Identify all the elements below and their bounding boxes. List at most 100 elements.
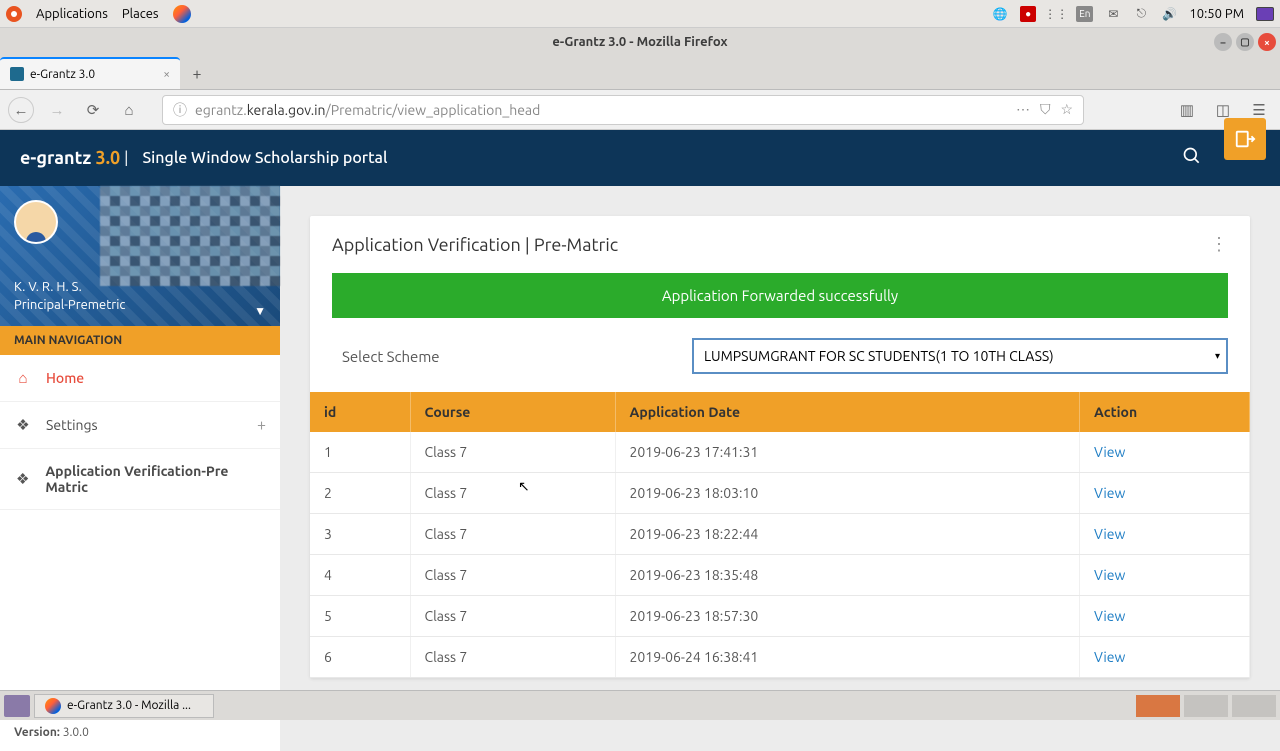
tray-item[interactable]	[1232, 695, 1276, 717]
cell-date: 2019-06-23 17:41:31	[615, 432, 1080, 473]
browser-tab[interactable]: e-Grantz 3.0 ×	[0, 57, 180, 89]
new-tab-button[interactable]: +	[186, 65, 208, 83]
scheme-label: Select Scheme	[332, 348, 662, 365]
taskbar-app-label: e-Grantz 3.0 - Mozilla ...	[67, 699, 191, 712]
cell-date: 2019-06-23 18:57:30	[615, 596, 1080, 637]
window-title-text: e-Grantz 3.0 - Mozilla Firefox	[552, 35, 727, 49]
th-action: Action	[1080, 392, 1250, 432]
panel-menu-icon[interactable]: ⋮	[1210, 234, 1228, 255]
firefox-icon	[45, 698, 61, 714]
bookmark-star-icon[interactable]: ☆	[1060, 101, 1073, 118]
panel-title: Application Verification | Pre-Matric	[332, 235, 618, 255]
cell-course: Class 7	[410, 596, 615, 637]
show-desktop-icon[interactable]	[4, 695, 30, 717]
logout-button[interactable]	[1224, 118, 1266, 160]
nav-section-title: MAIN NAVIGATION	[0, 326, 280, 355]
user-name: K. V. R. H. S.	[14, 280, 82, 294]
volume-icon[interactable]: 🔊	[1161, 6, 1177, 22]
cell-id: 1	[310, 432, 410, 473]
avatar	[14, 200, 58, 244]
url-bar[interactable]: ⓘ egrantz.kerala.gov.in/Prematric/view_a…	[162, 95, 1084, 125]
sidebar-item-label: Settings	[46, 417, 98, 433]
sidebar-item-settings[interactable]: ❖ Settings +	[0, 402, 280, 449]
user-menu-toggle[interactable]: ▼	[254, 304, 266, 318]
user-banner-image	[100, 186, 280, 286]
home-icon: ⌂	[14, 369, 32, 387]
tab-favicon-icon	[10, 67, 24, 81]
minimize-button[interactable]: –	[1214, 33, 1232, 51]
brand: e-grantz 3.0	[20, 148, 120, 168]
search-icon[interactable]	[1182, 146, 1202, 170]
gnome-top-panel: Applications Places 🌐 ● ⋮⋮ En ✉ ⎋ 🔊 10:5…	[0, 0, 1280, 28]
view-link[interactable]: View	[1094, 649, 1125, 665]
browser-toolbar: ← → ⟳ ⌂ ⓘ egrantz.kerala.gov.in/Prematri…	[0, 90, 1280, 130]
maximize-button[interactable]: ▢	[1236, 33, 1254, 51]
success-alert: Application Forwarded successfully	[332, 273, 1228, 318]
brand-subtitle: Single Window Scholarship portal	[142, 149, 387, 167]
cell-id: 2	[310, 473, 410, 514]
tab-close-icon[interactable]: ×	[163, 68, 170, 81]
view-link[interactable]: View	[1094, 608, 1125, 624]
reload-button[interactable]: ⟳	[80, 97, 106, 123]
record-icon[interactable]: ●	[1020, 6, 1036, 22]
cell-date: 2019-06-23 18:35:48	[615, 555, 1080, 596]
back-button[interactable]: ←	[8, 97, 34, 123]
view-link[interactable]: View	[1094, 485, 1125, 501]
th-course: Course	[410, 392, 615, 432]
ubuntu-logo-icon[interactable]	[6, 6, 22, 22]
cell-id: 6	[310, 637, 410, 678]
user-role: Principal-Premetric	[14, 298, 125, 312]
expand-icon[interactable]: +	[257, 416, 266, 434]
pocket-icon[interactable]: ⛉	[1040, 101, 1051, 118]
firefox-launcher-icon[interactable]	[173, 5, 191, 23]
forward-button[interactable]: →	[44, 97, 70, 123]
app-header: e-grantz 3.0 | Single Window Scholarship…	[0, 130, 1280, 186]
view-link[interactable]: View	[1094, 567, 1125, 583]
sidebar-item-home[interactable]: ⌂ Home	[0, 355, 280, 402]
cell-id: 3	[310, 514, 410, 555]
layers-icon: ❖	[14, 470, 31, 488]
tray-item[interactable]	[1184, 695, 1228, 717]
clock[interactable]: 10:50 PM	[1189, 7, 1244, 21]
view-link[interactable]: View	[1094, 526, 1125, 542]
page-actions-icon[interactable]: ⋯	[1016, 101, 1030, 118]
battery-icon[interactable]: ⎋	[1133, 6, 1149, 22]
library-icon[interactable]: ▥	[1174, 97, 1200, 123]
user-card: K. V. R. H. S. Principal-Premetric ▼	[0, 186, 280, 326]
scheme-select[interactable]: LUMPSUMGRANT FOR SC STUDENTS(1 TO 10TH C…	[692, 338, 1228, 374]
layers-icon: ❖	[14, 416, 32, 434]
globe-icon[interactable]: 🌐	[992, 6, 1008, 22]
sidebar-item-label: Application Verification-Pre Matric	[45, 463, 266, 495]
tab-title: e-Grantz 3.0	[30, 68, 95, 81]
sidebar: K. V. R. H. S. Principal-Premetric ▼ MAI…	[0, 186, 280, 751]
tab-bar: e-Grantz 3.0 × +	[0, 56, 1280, 90]
cell-course: Class 7	[410, 555, 615, 596]
home-button[interactable]: ⌂	[116, 97, 142, 123]
taskbar-app-firefox[interactable]: e-Grantz 3.0 - Mozilla ...	[34, 694, 214, 718]
brand-divider: |	[124, 149, 128, 167]
cell-course: Class 7	[410, 473, 615, 514]
scheme-selected-value: LUMPSUMGRANT FOR SC STUDENTS(1 TO 10TH C…	[704, 348, 1054, 364]
sidebar-item-label: Home	[46, 370, 84, 386]
cell-course: Class 7	[410, 637, 615, 678]
wifi-icon[interactable]: ⋮⋮	[1048, 6, 1064, 22]
mail-icon[interactable]: ✉	[1105, 6, 1121, 22]
sidebar-item-verification[interactable]: ❖ Application Verification-Pre Matric	[0, 449, 280, 510]
table-row: 3Class 72019-06-23 18:22:44View	[310, 514, 1250, 555]
monitor-icon[interactable]	[1256, 7, 1274, 21]
table-row: 1Class 72019-06-23 17:41:31View	[310, 432, 1250, 473]
cell-date: 2019-06-23 18:03:10	[615, 473, 1080, 514]
view-link[interactable]: View	[1094, 444, 1125, 460]
places-menu[interactable]: Places	[122, 7, 159, 21]
table-row: 2Class 72019-06-23 18:03:10 View	[310, 473, 1250, 514]
panel: Application Verification | Pre-Matric ⋮ …	[310, 216, 1250, 678]
tray-item[interactable]	[1136, 695, 1180, 717]
table-row: 5Class 72019-06-23 18:57:30View	[310, 596, 1250, 637]
site-info-icon[interactable]: ⓘ	[173, 100, 187, 120]
gnome-bottom-panel: e-Grantz 3.0 - Mozilla ...	[0, 690, 1280, 720]
language-indicator[interactable]: En	[1076, 6, 1093, 22]
table-row: 6Class 72019-06-24 16:38:41View	[310, 637, 1250, 678]
applications-menu[interactable]: Applications	[36, 7, 108, 21]
url-text: egrantz.kerala.gov.in/Prematric/view_app…	[195, 102, 540, 118]
close-button[interactable]: ×	[1258, 33, 1276, 51]
